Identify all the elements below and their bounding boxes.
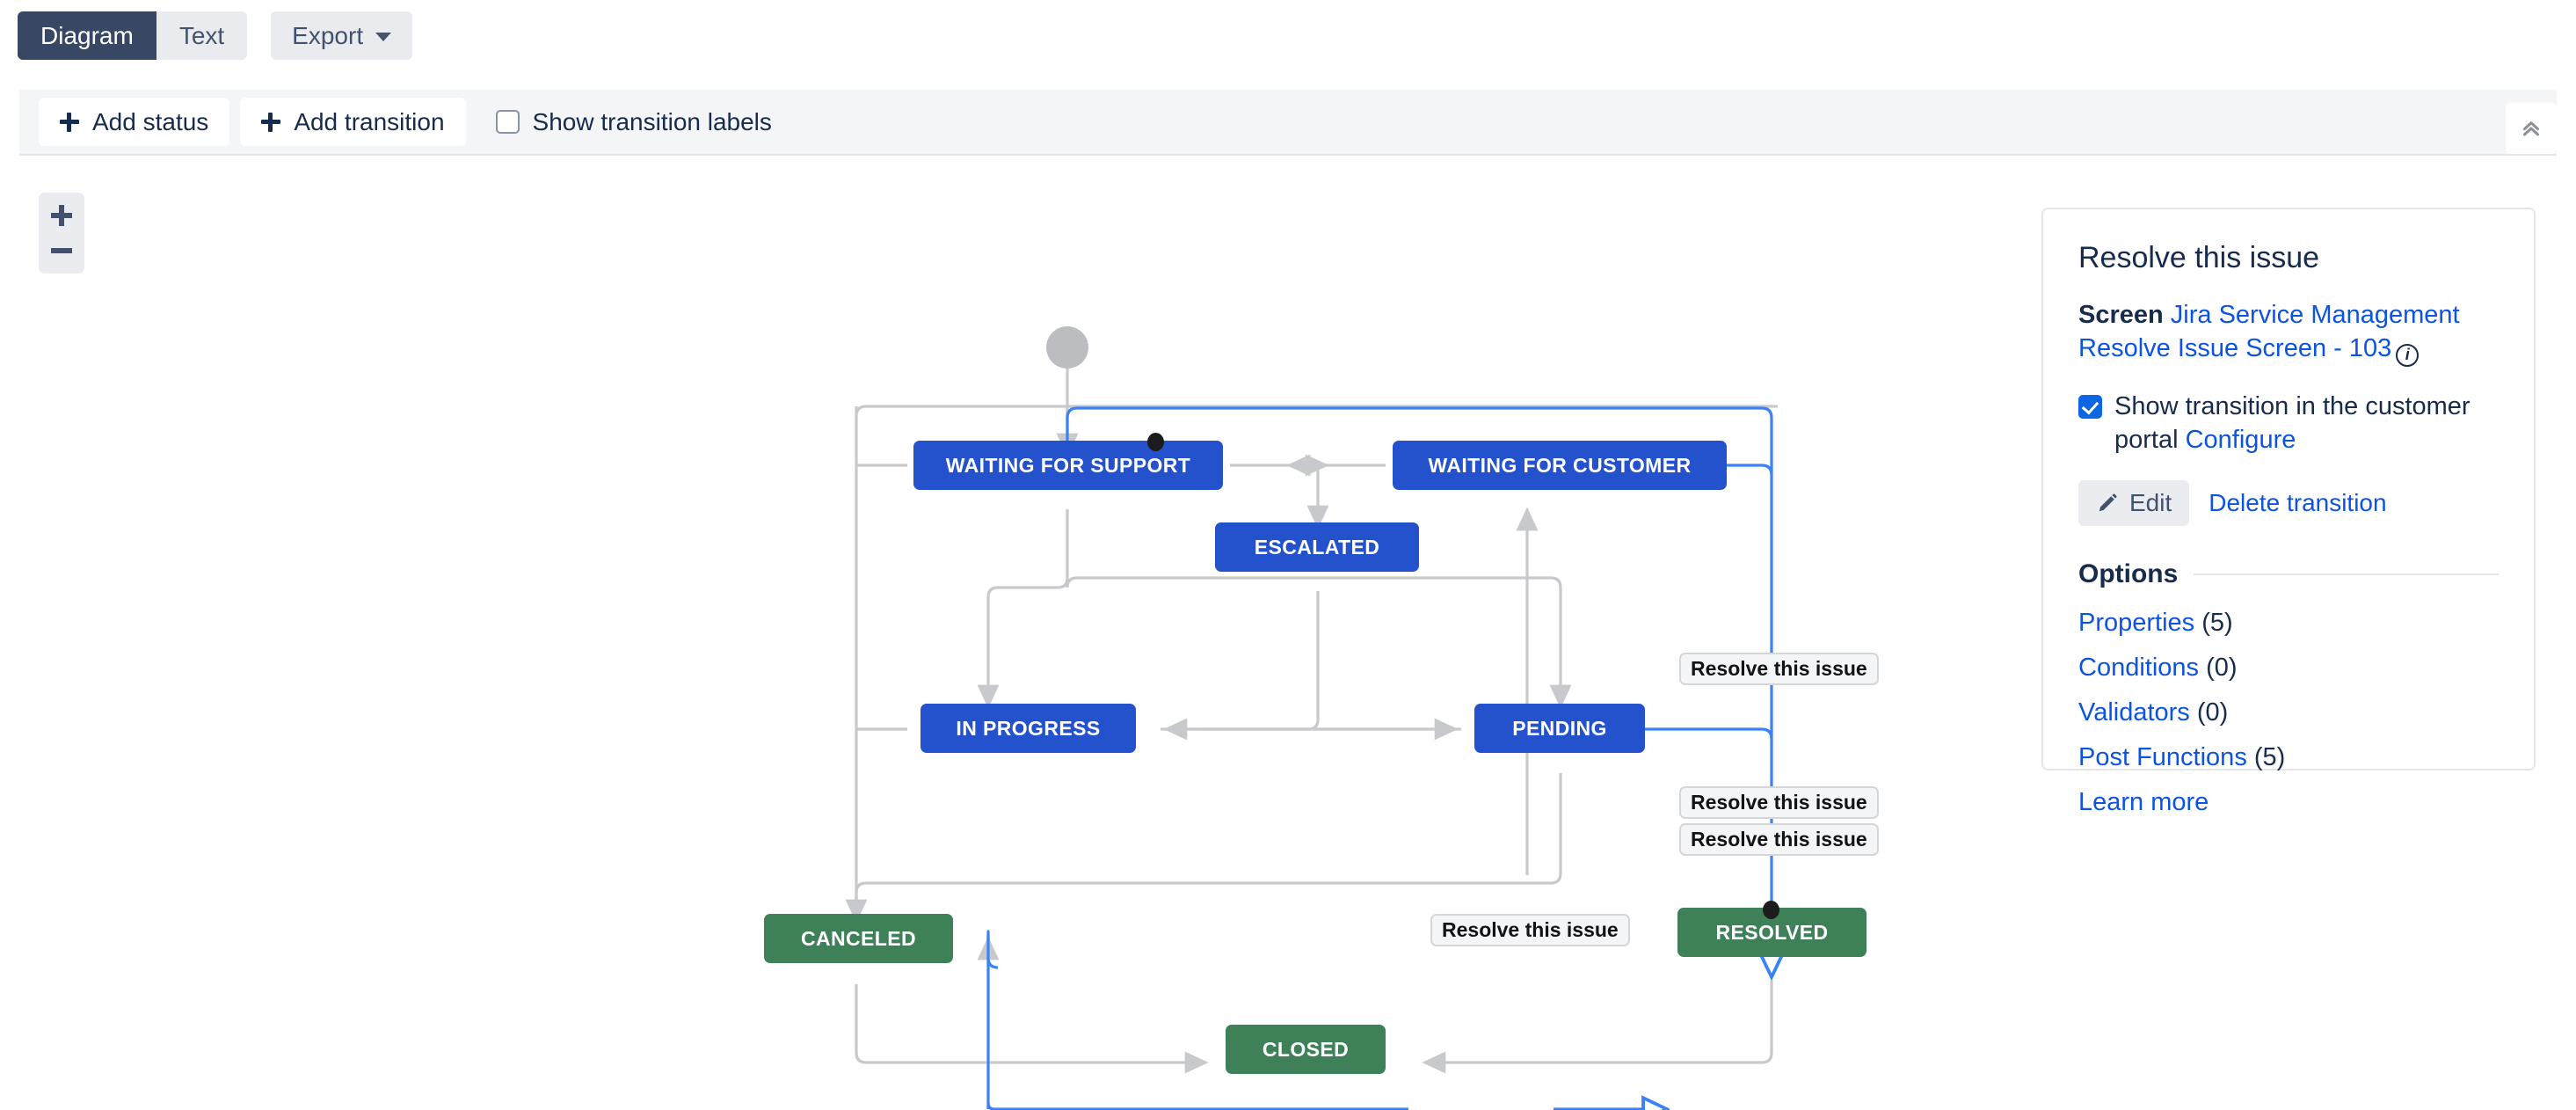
view-mode-segmented-control: Diagram Text (18, 11, 248, 60)
panel-actions: Edit Delete transition (2078, 479, 2499, 526)
show-in-portal-checkbox[interactable] (2078, 395, 2102, 420)
export-button-label: Export (292, 21, 364, 49)
info-icon[interactable]: i (2396, 344, 2420, 368)
option-validators: Validators (0) (2078, 698, 2499, 727)
show-in-portal-text: Show transition in the customer portal C… (2114, 390, 2499, 457)
status-node-closed[interactable]: CLOSED (1226, 1025, 1386, 1074)
edge-label-resolve-this-issue[interactable]: Resolve this issue (1430, 914, 1630, 946)
transition-endpoint-dot[interactable] (1147, 433, 1164, 451)
option-link-conditions[interactable]: Conditions (2078, 654, 2199, 682)
add-transition-button[interactable]: Add transition (240, 98, 466, 146)
zoom-out-button[interactable] (44, 234, 79, 267)
option-count-conditions: (0) (2206, 653, 2238, 682)
diagram-toolbar: Add status Add transition Show transitio… (19, 90, 2557, 156)
option-link-post-functions[interactable]: Post Functions (2078, 743, 2247, 771)
options-header: Options (2078, 559, 2499, 589)
options-title: Options (2078, 559, 2179, 588)
tab-text[interactable]: Text (156, 11, 248, 60)
status-node-waiting-for-customer[interactable]: WAITING FOR CUSTOMER (1393, 441, 1727, 490)
add-status-label: Add status (92, 107, 209, 135)
chevron-down-icon (375, 33, 392, 41)
option-count-post-functions: (5) (2253, 742, 2286, 771)
transition-endpoint-dot[interactable] (1763, 901, 1779, 919)
show-transition-labels-label: Show transition labels (532, 107, 772, 135)
portal-checkbox-row: Show transition in the customer portal C… (2078, 390, 2499, 457)
configure-link[interactable]: Configure (2186, 426, 2296, 454)
pencil-icon (2099, 493, 2117, 511)
status-node-pending[interactable]: PENDING (1474, 704, 1645, 753)
add-status-button[interactable]: Add status (39, 98, 230, 146)
option-learn-more: Learn more (2078, 788, 2499, 817)
option-properties: Properties (5) (2078, 609, 2499, 638)
edge-label-resolve-this-issue[interactable]: Resolve this issue (1679, 786, 1879, 819)
transition-details-panel: Resolve this issue Screen Jira Service M… (2041, 208, 2536, 816)
plus-icon (51, 205, 72, 226)
option-link-properties[interactable]: Properties (2078, 609, 2194, 637)
show-transition-labels-toggle[interactable]: Show transition labels (495, 107, 772, 136)
option-post-functions: Post Functions (5) (2078, 743, 2499, 772)
zoom-controls (39, 193, 84, 274)
status-node-waiting-for-support[interactable]: WAITING FOR SUPPORT (913, 441, 1223, 490)
screen-row: Screen Jira Service Management Resolve I… (2078, 298, 2499, 368)
screen-label: Screen (2078, 301, 2164, 329)
option-link-validators[interactable]: Validators (2078, 698, 2190, 727)
edge-label-resolve-this-issue[interactable]: Resolve this issue (1679, 823, 1879, 856)
learn-more-link[interactable]: Learn more (2078, 788, 2209, 816)
divider (2194, 573, 2499, 575)
edit-button[interactable]: Edit (2078, 479, 2190, 526)
status-node-in-progress[interactable]: IN PROGRESS (921, 704, 1136, 753)
plus-icon (60, 112, 79, 132)
panel-title: Resolve this issue (2078, 241, 2320, 274)
export-button[interactable]: Export (271, 11, 413, 60)
start-node-circle[interactable] (1046, 326, 1088, 369)
option-count-validators: (0) (2196, 697, 2229, 727)
add-transition-label: Add transition (294, 107, 445, 135)
delete-transition-button[interactable]: Delete transition (2203, 489, 2391, 517)
edge-label-resolve-this-issue[interactable]: Resolve this issue (1679, 653, 1879, 685)
tab-diagram[interactable]: Diagram (18, 11, 156, 60)
option-count-properties: (5) (2201, 608, 2233, 637)
status-node-canceled[interactable]: CANCELED (764, 914, 953, 963)
edit-button-label: Edit (2129, 488, 2172, 516)
option-conditions: Conditions (0) (2078, 654, 2499, 683)
collapse-toolbar-button[interactable] (2506, 103, 2557, 154)
double-chevron-up-icon (2523, 121, 2539, 136)
plus-icon (261, 112, 281, 132)
status-node-escalated[interactable]: ESCALATED (1215, 522, 1419, 572)
zoom-in-button[interactable] (44, 199, 79, 232)
top-tab-bar: Diagram Text Export (0, 0, 2576, 71)
show-transition-labels-checkbox[interactable] (495, 110, 520, 134)
minus-icon (51, 248, 72, 253)
